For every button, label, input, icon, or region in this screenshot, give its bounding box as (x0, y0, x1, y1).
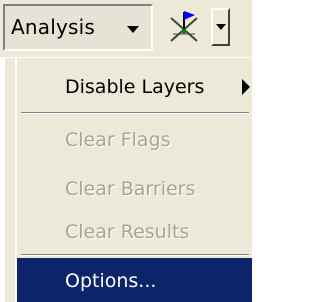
menu-item-label: Clear Results (65, 221, 190, 243)
menu-separator (21, 112, 249, 114)
menu-item-clear-flags[interactable]: Clear Flags (17, 117, 252, 161)
menu-item-clear-results[interactable]: Clear Results (17, 209, 252, 253)
menu-item-clear-barriers[interactable]: Clear Barriers (17, 166, 252, 210)
submenu-arrow-icon (242, 79, 250, 95)
analysis-dropdown-window: Analysis Disable Layers Clear Flags Clea… (0, 0, 252, 302)
network-flag-icon (170, 11, 198, 42)
analysis-menu-label: Analysis (11, 15, 96, 39)
analysis-dropdown-menu: Disable Layers Clear Flags Clear Barrier… (3, 57, 252, 302)
triangle-down-icon (127, 26, 139, 33)
flag-tool-button[interactable] (160, 4, 208, 49)
menu-item-label: Clear Barriers (65, 178, 196, 200)
menu-item-label: Disable Layers (65, 76, 205, 98)
menu-item-label: Clear Flags (65, 129, 171, 151)
triangle-down-icon (216, 24, 226, 30)
flag-tool-dropdown-button[interactable] (211, 8, 230, 46)
menu-item-options[interactable]: Options... (17, 258, 252, 302)
menu-separator (21, 254, 249, 256)
menu-item-label: Options... (65, 270, 157, 292)
utility-network-toolbar: Analysis (0, 0, 252, 57)
menu-item-disable-layers[interactable]: Disable Layers (17, 64, 252, 108)
analysis-menu-button[interactable]: Analysis (3, 4, 153, 51)
